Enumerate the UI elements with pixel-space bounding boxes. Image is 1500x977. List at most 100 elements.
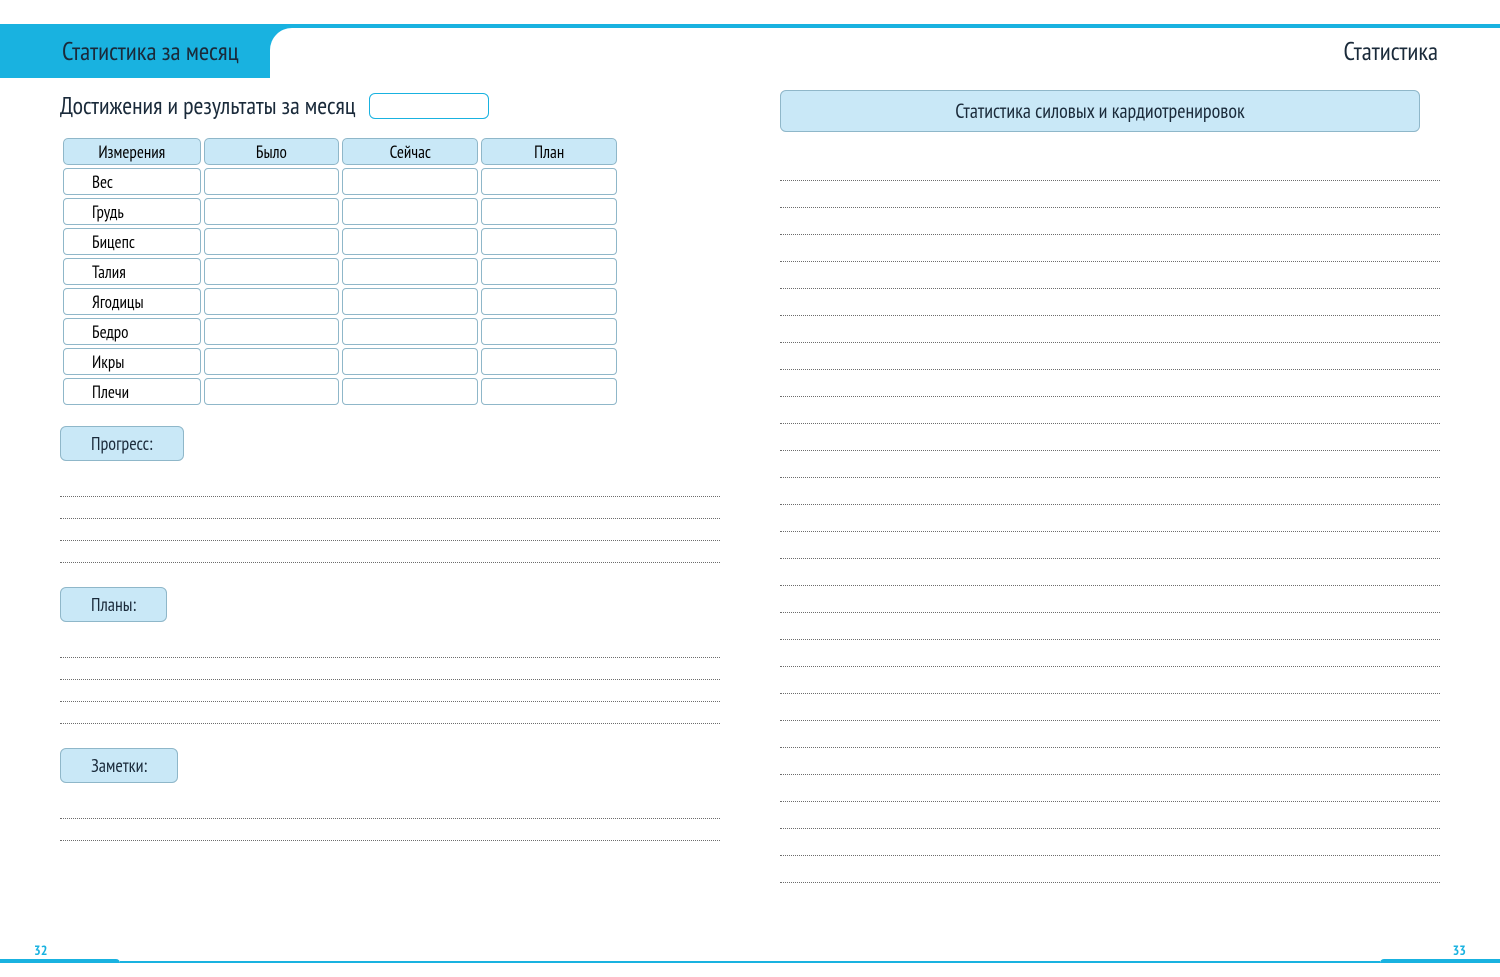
writing-line[interactable] <box>60 658 720 680</box>
month-input[interactable] <box>369 93 489 119</box>
measure-cell[interactable] <box>481 198 617 225</box>
measure-cell[interactable] <box>342 258 478 285</box>
measure-label: Ягодицы <box>63 288 201 315</box>
writing-line[interactable] <box>780 181 1440 208</box>
writing-line[interactable] <box>780 478 1440 505</box>
writing-line[interactable] <box>780 370 1440 397</box>
achievements-title: Достижения и результаты за месяц <box>60 90 355 121</box>
writing-line[interactable] <box>60 680 720 702</box>
footer-rule-left <box>0 959 120 963</box>
writing-line[interactable] <box>60 797 720 819</box>
measure-cell[interactable] <box>204 378 340 405</box>
writing-line[interactable] <box>780 451 1440 478</box>
footer-rule-right <box>1380 959 1500 963</box>
measurements-header-row: Измерения Было Сейчас План <box>63 138 617 165</box>
writing-line[interactable] <box>780 748 1440 775</box>
strength-cardio-lines[interactable] <box>780 154 1440 883</box>
footer: 32 33 <box>0 943 1500 963</box>
measure-cell[interactable] <box>481 318 617 345</box>
progress-label: Прогресс: <box>60 426 184 461</box>
writing-line[interactable] <box>780 316 1440 343</box>
measure-cell[interactable] <box>342 318 478 345</box>
measure-label: Плечи <box>63 378 201 405</box>
measure-cell[interactable] <box>204 348 340 375</box>
measure-cell[interactable] <box>204 168 340 195</box>
writing-line[interactable] <box>60 519 720 541</box>
table-row: Талия <box>63 258 617 285</box>
writing-line[interactable] <box>780 613 1440 640</box>
strength-cardio-header: Статистика силовых и кардиотренировок <box>780 90 1420 132</box>
measure-cell[interactable] <box>204 318 340 345</box>
writing-line[interactable] <box>780 262 1440 289</box>
col-now: Сейчас <box>342 138 478 165</box>
writing-line[interactable] <box>60 819 720 841</box>
measure-cell[interactable] <box>342 198 478 225</box>
writing-line[interactable] <box>780 775 1440 802</box>
writing-line[interactable] <box>780 208 1440 235</box>
measure-cell[interactable] <box>481 258 617 285</box>
section-progress: Прогресс: <box>60 426 720 563</box>
measure-cell[interactable] <box>342 348 478 375</box>
writing-line[interactable] <box>780 667 1440 694</box>
measure-cell[interactable] <box>481 348 617 375</box>
section-plans: Планы: <box>60 587 720 724</box>
measure-cell[interactable] <box>342 228 478 255</box>
page-left: Достижения и результаты за месяц Измерен… <box>60 90 720 927</box>
writing-line[interactable] <box>780 154 1440 181</box>
writing-line[interactable] <box>780 694 1440 721</box>
plans-label: Планы: <box>60 587 167 622</box>
measure-cell[interactable] <box>204 288 340 315</box>
measure-label: Бедро <box>63 318 201 345</box>
tab-bar: Статистика за месяц Статистика <box>0 24 1500 78</box>
writing-line[interactable] <box>780 505 1440 532</box>
writing-line[interactable] <box>60 541 720 563</box>
progress-lines[interactable] <box>60 475 720 563</box>
table-row: Ягодицы <box>63 288 617 315</box>
section-notes: Заметки: <box>60 748 720 841</box>
measure-label: Икры <box>63 348 201 375</box>
measure-cell[interactable] <box>481 288 617 315</box>
measure-cell[interactable] <box>342 168 478 195</box>
writing-line[interactable] <box>780 424 1440 451</box>
measure-cell[interactable] <box>342 378 478 405</box>
writing-line[interactable] <box>780 343 1440 370</box>
measure-label: Грудь <box>63 198 201 225</box>
writing-line[interactable] <box>780 559 1440 586</box>
measure-cell[interactable] <box>204 258 340 285</box>
measure-cell[interactable] <box>204 198 340 225</box>
writing-line[interactable] <box>780 397 1440 424</box>
notes-lines[interactable] <box>60 797 720 841</box>
measurements-table: Измерения Было Сейчас План Вес Грудь Бицеп… <box>60 135 620 408</box>
measure-cell[interactable] <box>342 288 478 315</box>
measure-cell[interactable] <box>481 168 617 195</box>
writing-line[interactable] <box>780 856 1440 883</box>
writing-line[interactable] <box>780 640 1440 667</box>
measure-cell[interactable] <box>481 228 617 255</box>
writing-line[interactable] <box>60 475 720 497</box>
measure-label: Талия <box>63 258 201 285</box>
writing-line[interactable] <box>60 497 720 519</box>
table-row: Икры <box>63 348 617 375</box>
measure-label: Вес <box>63 168 201 195</box>
notes-label: Заметки: <box>60 748 178 783</box>
page-number-left: 32 <box>34 941 47 959</box>
writing-line[interactable] <box>780 586 1440 613</box>
writing-line[interactable] <box>780 289 1440 316</box>
writing-line[interactable] <box>60 702 720 724</box>
plans-lines[interactable] <box>60 636 720 724</box>
page-number-right: 33 <box>1453 941 1466 959</box>
measure-cell[interactable] <box>204 228 340 255</box>
table-row: Вес <box>63 168 617 195</box>
table-row: Бедро <box>63 318 617 345</box>
achievements-heading-row: Достижения и результаты за месяц <box>60 90 720 121</box>
writing-line[interactable] <box>780 721 1440 748</box>
writing-line[interactable] <box>780 829 1440 856</box>
writing-line[interactable] <box>780 235 1440 262</box>
col-measure: Измерения <box>63 138 201 165</box>
measure-cell[interactable] <box>481 378 617 405</box>
table-row: Бицепс <box>63 228 617 255</box>
tab-monthly-stats: Статистика за месяц <box>62 24 239 78</box>
writing-line[interactable] <box>780 802 1440 829</box>
writing-line[interactable] <box>60 636 720 658</box>
writing-line[interactable] <box>780 532 1440 559</box>
